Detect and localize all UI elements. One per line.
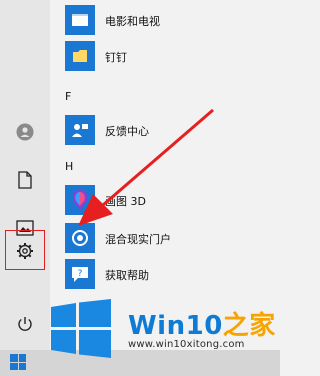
watermark: Win10之家 www.win10xitong.com <box>42 295 275 365</box>
watermark-brand-zh: 之家 <box>222 311 276 341</box>
watermark-brand: Win10之家 <box>128 305 276 342</box>
windows-start-icon[interactable] <box>10 354 26 370</box>
watermark-url: www.win10xitong.com <box>128 339 245 350</box>
watermark-brand-win: Win10 <box>128 311 223 341</box>
windows-logo-icon <box>51 299 111 358</box>
